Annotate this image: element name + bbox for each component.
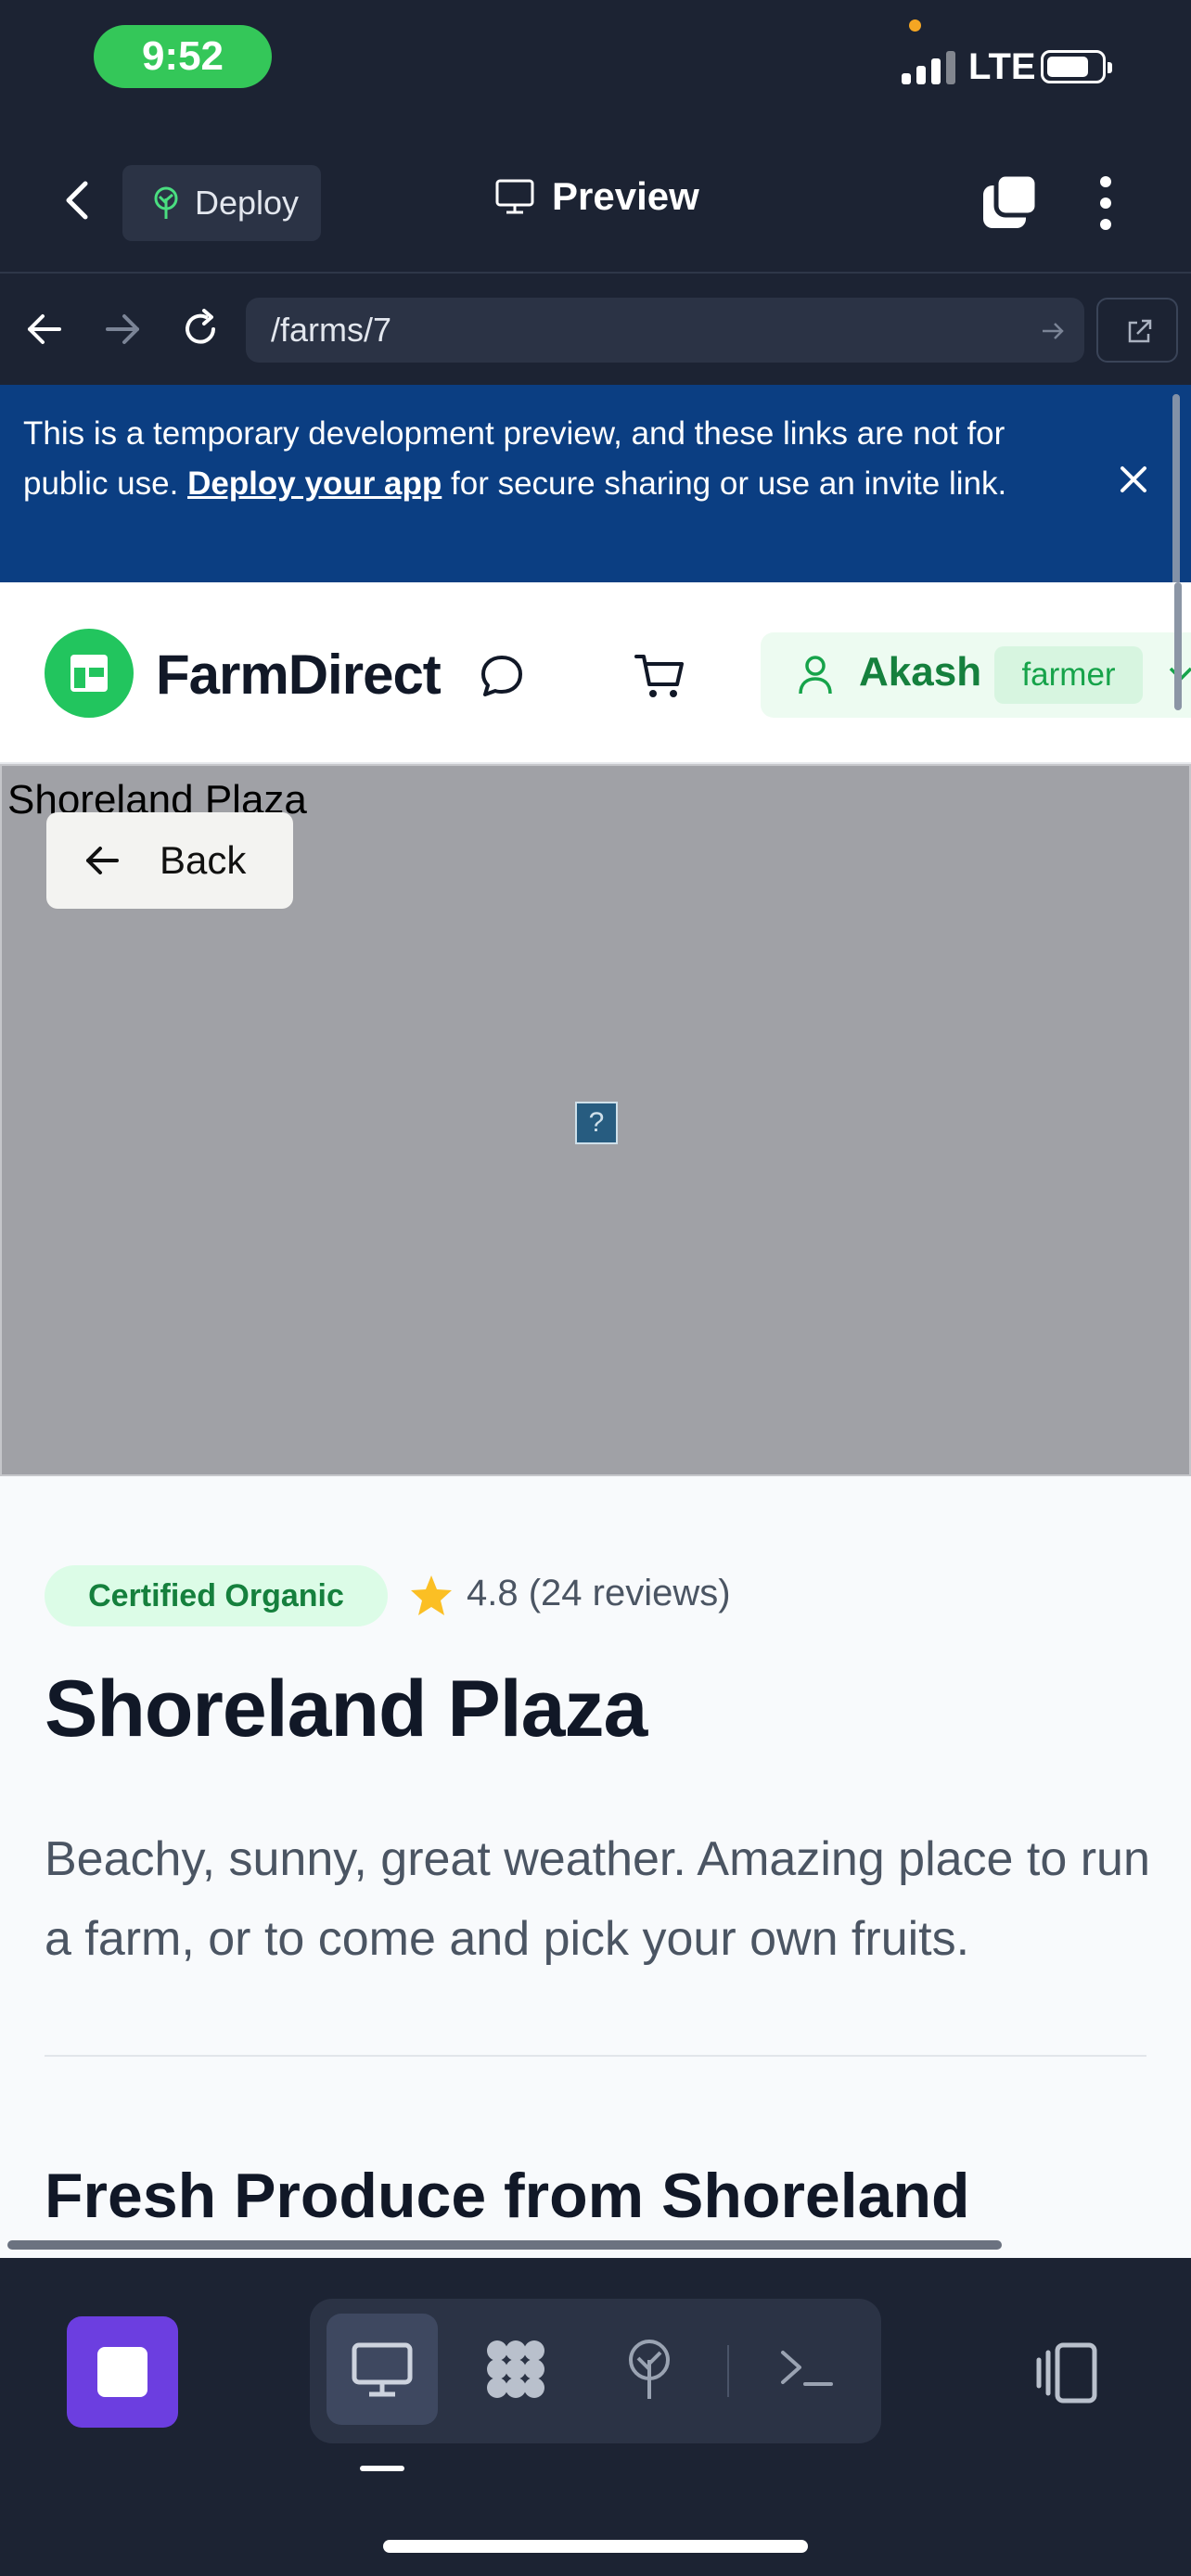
scrollbar[interactable] [1174,582,1182,710]
url-input[interactable]: /farms/7 [246,298,1084,363]
close-icon[interactable] [1115,461,1152,498]
back-button[interactable]: Back [46,812,293,909]
monitor-icon [352,2342,413,2397]
monitor-icon [495,179,534,214]
mic-indicator-dot [909,19,921,32]
grid-blob-icon [487,2340,544,2398]
divider [727,2345,729,2397]
preview-title: Preview [494,174,699,219]
battery-icon [1041,50,1112,83]
page-title: Shoreland Plaza [45,1664,647,1753]
arrow-left-icon [86,847,119,874]
status-time: 9:52 [94,25,272,88]
horizontal-scrollbar[interactable] [7,2240,1002,2250]
deploy-button[interactable]: Deploy [122,165,321,241]
bottom-toolbar [0,2258,1191,2576]
open-external-button[interactable] [1096,298,1178,363]
cart-icon[interactable] [633,649,686,703]
deploy-tree-icon [629,2340,670,2399]
status-bar: 9:52 LTE [0,0,1191,130]
device-toggle-icon[interactable] [1031,2338,1102,2408]
role-badge: farmer [994,646,1143,704]
tool-switcher [310,2299,881,2443]
terminal-icon [781,2351,833,2386]
stop-button[interactable] [67,2316,178,2428]
url-text: /farms/7 [271,311,392,349]
farm-hero-image: Shoreland Plaza Back ? [0,764,1191,1476]
chevron-left-icon[interactable] [54,176,102,224]
network-type: LTE [968,46,1036,87]
arrow-left-icon[interactable] [22,307,67,351]
home-indicator[interactable] [383,2540,808,2553]
back-label: Back [160,838,247,882]
store-icon [70,655,108,692]
banner-text-after: for secure sharing or use an invite link… [442,465,1007,502]
external-link-icon [1128,319,1152,343]
deploy-tree-icon [154,186,178,219]
broken-image-icon: ? [575,1102,618,1144]
rating-text: 4.8 (24 reviews) [467,1573,731,1613]
divider [45,2055,1146,2057]
reload-icon[interactable] [178,307,223,351]
deploy-app-link[interactable]: Deploy your app [187,465,442,502]
logo-icon[interactable] [45,629,134,718]
browser-toolbar: /farms/7 [0,275,1191,385]
arrow-right-icon[interactable] [100,307,145,351]
active-tab-indicator [360,2466,404,2471]
farm-description: Beachy, sunny, great weather. Amazing pl… [45,1832,1150,1966]
tool-deploy[interactable] [594,2314,705,2425]
deploy-label: Deploy [195,184,300,222]
farm-details: Certified Organic 4.8 (24 reviews) Shore… [0,1476,1191,2327]
signal-icon [902,51,957,84]
dev-preview-banner: This is a temporary development preview,… [0,385,1191,630]
chat-icon[interactable] [477,651,527,701]
tool-preview[interactable] [327,2314,438,2425]
tabs-icon[interactable] [980,172,1041,234]
user-icon [799,656,832,695]
certified-badge: Certified Organic [45,1565,388,1626]
user-menu[interactable]: Akash farmer [761,632,1191,718]
app-header: Deploy Preview [0,130,1191,274]
user-name: Akash [859,649,982,695]
preview-label: Preview [552,174,699,218]
tool-workspace[interactable] [460,2314,571,2425]
arrow-right-icon[interactable] [1040,318,1066,344]
kebab-menu-icon[interactable] [1091,172,1119,234]
tool-shell[interactable] [751,2314,863,2425]
star-icon [411,1575,452,1615]
brand-name[interactable]: FarmDirect [156,643,442,707]
site-navbar: FarmDirect Akash farmer [0,582,1191,764]
